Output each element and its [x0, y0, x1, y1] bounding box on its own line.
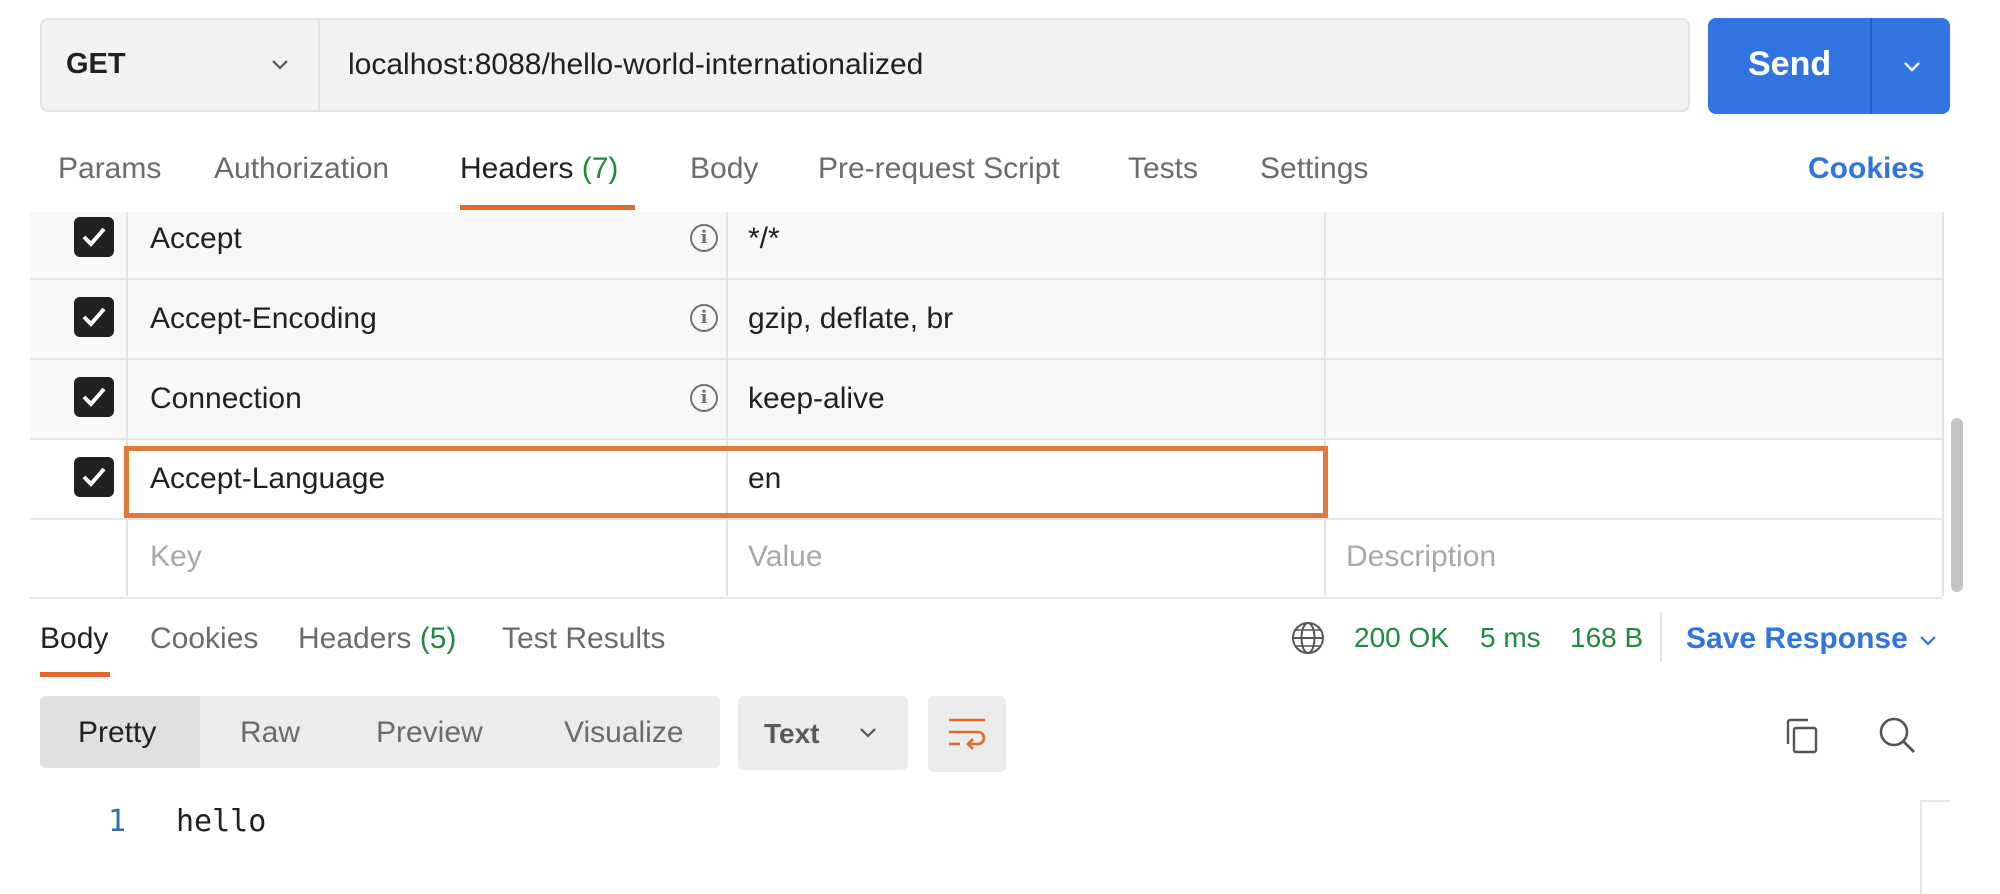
- checkmark-icon: [82, 467, 106, 487]
- scrollbar-thumb[interactable]: [1951, 418, 1963, 592]
- globe-icon[interactable]: [1290, 620, 1326, 656]
- info-icon[interactable]: i: [690, 384, 718, 412]
- copy-icon[interactable]: [1782, 716, 1822, 756]
- checkmark-icon: [82, 307, 106, 327]
- column-divider: [1942, 212, 1944, 596]
- tab-params[interactable]: Params: [58, 152, 161, 186]
- header-key[interactable]: Connection: [150, 382, 302, 416]
- value-placeholder[interactable]: Value: [748, 540, 823, 574]
- view-mode-visualize[interactable]: Visualize: [564, 716, 684, 750]
- chevron-down-icon[interactable]: [1916, 628, 1940, 652]
- response-tab-headers-count: (5): [419, 622, 457, 655]
- format-select[interactable]: Text: [738, 696, 908, 770]
- header-value[interactable]: keep-alive: [748, 382, 885, 416]
- chevron-down-icon: [860, 728, 876, 738]
- new-header-row: [30, 520, 1942, 596]
- row-checkbox[interactable]: [74, 217, 114, 257]
- active-tab-indicator: [40, 672, 110, 677]
- info-icon[interactable]: i: [690, 304, 718, 332]
- active-tab-indicator: [460, 205, 635, 210]
- response-size[interactable]: 168 B: [1570, 622, 1643, 654]
- response-tab-body[interactable]: Body: [40, 622, 108, 656]
- tab-headers-label: Headers: [460, 152, 574, 185]
- header-value[interactable]: */*: [748, 222, 780, 256]
- tab-body[interactable]: Body: [690, 152, 758, 186]
- view-mode-preview[interactable]: Preview: [376, 716, 483, 750]
- table-row: [30, 360, 1942, 440]
- wrap-lines-button[interactable]: [928, 696, 1006, 772]
- view-mode-raw[interactable]: Raw: [240, 716, 300, 750]
- tab-authorization[interactable]: Authorization: [214, 152, 389, 186]
- code-scrollbar[interactable]: [1920, 800, 1950, 894]
- response-tab-cookies[interactable]: Cookies: [150, 622, 258, 656]
- method-label: GET: [66, 48, 126, 80]
- save-response-button[interactable]: Save Response: [1686, 622, 1908, 656]
- code-line: hello: [176, 804, 267, 839]
- header-key[interactable]: Accept-Encoding: [150, 302, 377, 336]
- search-icon[interactable]: [1876, 714, 1918, 756]
- response-tab-headers[interactable]: Headers (5): [298, 622, 456, 656]
- row-checkbox[interactable]: [74, 457, 114, 497]
- section-divider: [30, 597, 1942, 599]
- response-tab-headers-label: Headers: [298, 622, 412, 655]
- header-value[interactable]: gzip, deflate, br: [748, 302, 953, 336]
- send-label: Send: [1748, 45, 1832, 83]
- send-divider: [1870, 18, 1872, 114]
- key-placeholder[interactable]: Key: [150, 540, 202, 574]
- tab-headers-count: (7): [581, 152, 619, 185]
- tab-headers[interactable]: Headers (7): [460, 152, 618, 186]
- chevron-down-icon[interactable]: [1900, 54, 1924, 78]
- description-placeholder[interactable]: Description: [1346, 540, 1496, 574]
- status-code[interactable]: 200 OK: [1354, 622, 1449, 654]
- column-divider: [1324, 212, 1326, 596]
- cookies-link[interactable]: Cookies: [1808, 152, 1925, 186]
- status-divider: [1660, 612, 1662, 662]
- tab-tests[interactable]: Tests: [1128, 152, 1198, 186]
- info-icon[interactable]: i: [690, 224, 718, 252]
- send-button[interactable]: Send: [1708, 18, 1950, 114]
- view-mode-pretty[interactable]: Pretty: [78, 716, 156, 750]
- column-divider: [726, 212, 728, 596]
- row-checkbox[interactable]: [74, 377, 114, 417]
- tab-settings[interactable]: Settings: [1260, 152, 1368, 186]
- header-key[interactable]: Accept: [150, 222, 242, 256]
- column-divider: [126, 212, 128, 596]
- response-tab-test-results[interactable]: Test Results: [502, 622, 665, 656]
- wrap-lines-icon: [949, 718, 986, 750]
- line-number: 1: [108, 804, 127, 839]
- chevron-down-icon: [272, 60, 288, 70]
- method-select[interactable]: GET: [40, 18, 320, 112]
- tab-pre-request-script[interactable]: Pre-request Script: [818, 152, 1060, 186]
- format-label: Text: [764, 718, 820, 749]
- response-time[interactable]: 5 ms: [1480, 622, 1541, 654]
- row-checkbox[interactable]: [74, 297, 114, 337]
- checkmark-icon: [82, 227, 106, 247]
- table-row: [30, 212, 1942, 280]
- url-input[interactable]: localhost:8088/hello-world-international…: [348, 48, 923, 82]
- highlight-box: [124, 446, 1328, 518]
- checkmark-icon: [82, 387, 106, 407]
